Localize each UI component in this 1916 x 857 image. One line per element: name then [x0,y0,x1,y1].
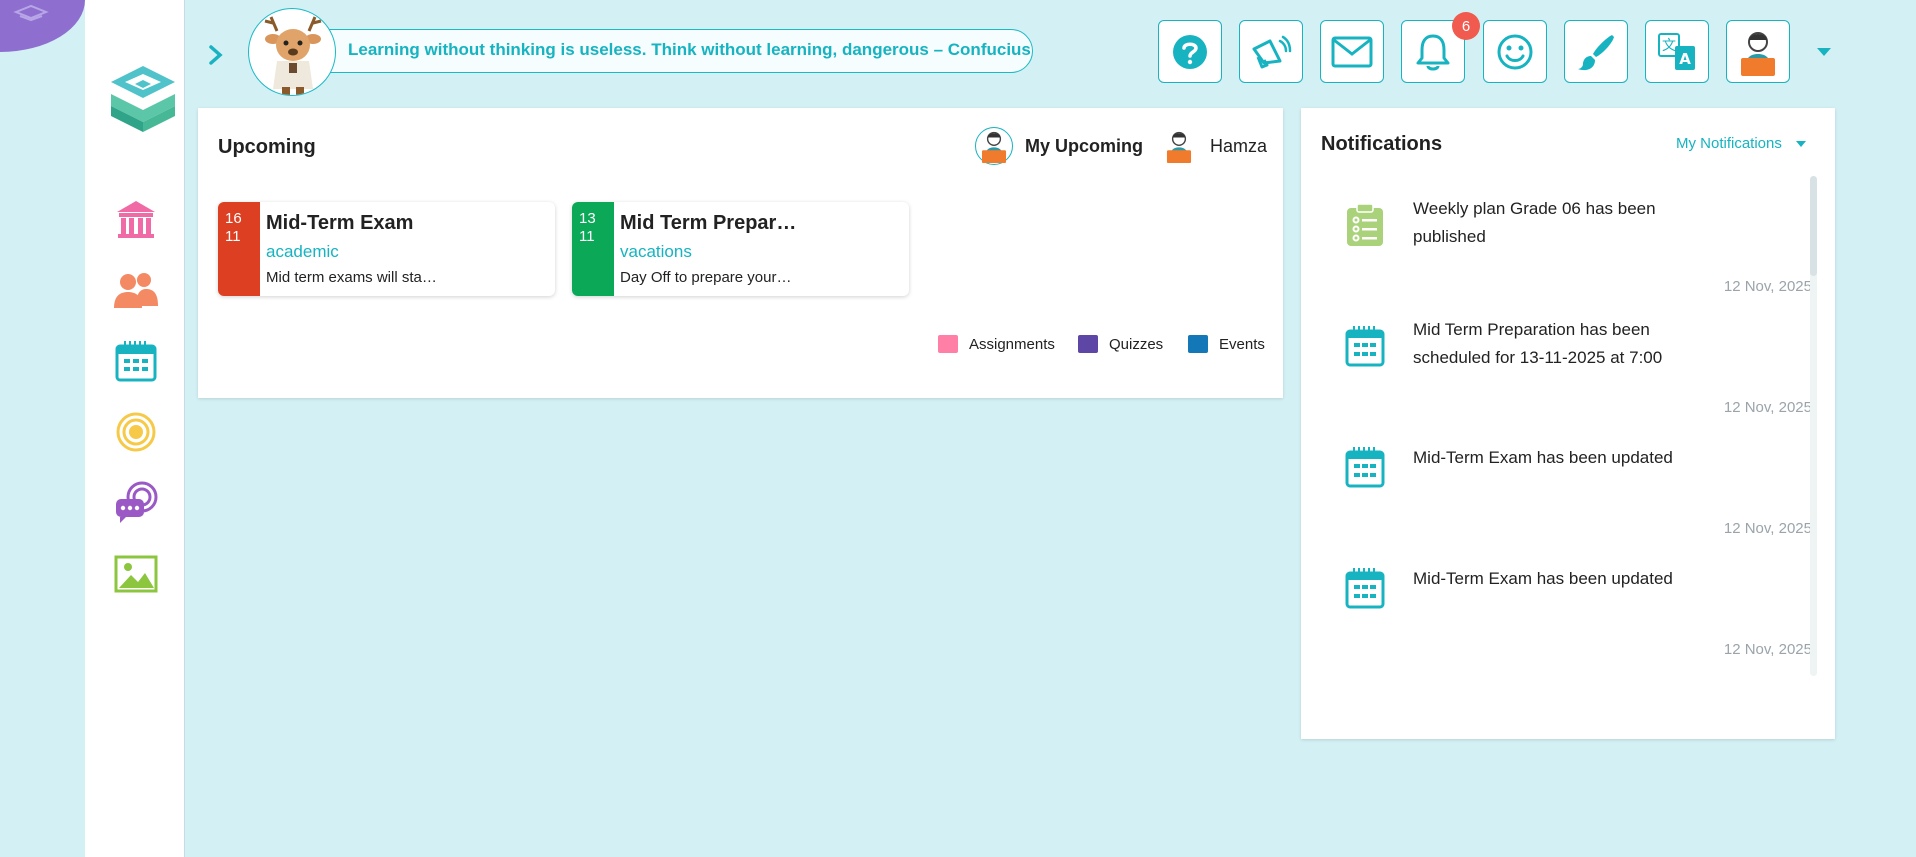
legend-events: Events [1188,334,1265,354]
event-day: 13 [579,210,596,227]
event-date: 13 11 [572,202,614,296]
profile-dropdown-button[interactable] [1812,44,1836,60]
expand-sidebar-button[interactable] [203,38,229,72]
event-description: Mid term exams will sta… [266,269,437,286]
quote-text: Learning without thinking is useless. Th… [348,40,1031,59]
translate-icon: 文 A [1658,32,1695,70]
nav-school[interactable] [113,196,159,242]
avatar [1160,127,1198,165]
calendar-icon [1345,447,1385,488]
child-upcoming-toggle[interactable]: Hamza [1160,126,1267,166]
notification-date: 12 Nov, 2025 [1723,278,1812,295]
upcoming-title: Upcoming [218,136,316,158]
notifications-scrollbar[interactable] [1810,176,1817,676]
deer-mascot [248,8,336,96]
nav-chat[interactable] [113,480,159,526]
notification-date: 12 Nov, 2025 [1723,520,1812,537]
notification-text: Mid-Term Exam has been updated [1413,569,1673,588]
notification-item[interactable]: Mid-Term Exam has been updated 12 Nov, 2… [1321,418,1816,539]
svg-text:文: 文 [1662,38,1676,54]
notification-item[interactable]: Weekly plan Grade 06 has been published … [1321,176,1816,297]
notification-date: 12 Nov, 2025 [1723,641,1812,658]
scrollbar-thumb[interactable] [1810,176,1817,276]
notification-count-badge: 6 [1452,12,1480,40]
nav-gallery[interactable] [113,551,159,597]
chat-icon [116,481,158,523]
notifications-title: Notifications [1321,133,1443,155]
mail-icon [1331,36,1373,67]
theme-button[interactable] [1564,20,1628,83]
event-card[interactable]: 16 11 Mid-Term Exam academic Mid term ex… [218,202,555,296]
event-description: Day Off to prepare your… [620,269,792,286]
profile-button[interactable] [1726,20,1790,83]
megaphone-icon [1252,35,1292,68]
chevron-right-icon [209,45,223,65]
child-name: Hamza [1210,135,1268,156]
nav-calendar[interactable] [113,338,159,384]
event-date: 16 11 [218,202,260,296]
brush-icon [1578,34,1614,70]
event-title: Mid Term Prepar… [620,212,797,234]
user-avatar-icon [1166,131,1192,163]
nav-users[interactable] [113,267,159,313]
user-avatar-icon [1741,31,1775,76]
filter-label: My Notifications [1676,135,1782,152]
legend-label: Assignments [969,335,1055,353]
notifications-filter-dropdown[interactable]: My Notifications [1676,135,1806,152]
school-icon [117,201,155,238]
notification-text: Weekly plan Grade 06 has been published [1413,199,1656,246]
event-month: 11 [579,228,595,245]
legend-swatch [1078,335,1098,353]
my-upcoming-label: My Upcoming [1025,135,1144,156]
event-category: academic [266,242,339,261]
notification-item[interactable]: Mid-Term Exam has been updated 12 Nov, 2… [1321,539,1816,660]
my-upcoming-toggle[interactable]: My Upcoming [975,126,1143,166]
gallery-icon [114,555,158,593]
target-icon [116,412,156,452]
avatar [975,127,1013,165]
calendar-icon [1345,568,1385,609]
notification-item[interactable]: Mid Term Preparation has been scheduled … [1321,297,1816,418]
legend-label: Quizzes [1109,335,1164,353]
notification-date: 12 Nov, 2025 [1723,399,1812,416]
upcoming-panel: Upcoming My Upcoming Hamza 16 11 Mid-Ter… [198,108,1283,398]
language-button[interactable]: 文 A [1645,20,1709,83]
help-icon [1173,34,1207,69]
caret-down-icon [1817,48,1831,56]
feedback-button[interactable] [1483,20,1547,83]
legend-swatch [938,335,958,353]
event-title: Mid-Term Exam [266,212,414,234]
legend-quizzes: Quizzes [1078,334,1163,354]
event-card[interactable]: 13 11 Mid Term Prepar… vacations Day Off… [572,202,909,296]
announcements-button[interactable] [1239,20,1303,83]
help-button[interactable] [1158,20,1222,83]
notification-text: Mid-Term Exam has been updated [1413,448,1673,467]
smiley-icon [1497,34,1533,69]
bell-icon [1416,34,1450,70]
notification-text: Mid Term Preparation has been scheduled … [1413,320,1663,367]
school-logo[interactable] [107,62,179,134]
notifications-panel: Notifications My Notifications Weekly pl… [1301,108,1835,739]
event-category: vacations [620,242,692,261]
svg-text:A: A [1679,50,1691,68]
users-icon [114,273,158,308]
caret-down-icon [1795,140,1806,147]
corner-decoration [0,0,85,52]
legend-assignments: Assignments [938,334,1055,354]
calendar-icon [115,341,157,382]
notifications-list[interactable]: Weekly plan Grade 06 has been published … [1321,176,1816,676]
nav-target[interactable] [113,409,159,455]
event-day: 16 [225,210,242,227]
messages-button[interactable] [1320,20,1384,83]
sidebar [85,0,185,857]
calendar-icon [1345,326,1385,367]
user-avatar-icon [981,131,1007,163]
legend-swatch [1188,335,1208,353]
event-month: 11 [225,228,241,245]
legend-label: Events [1219,335,1265,353]
checklist-icon [1347,203,1383,246]
